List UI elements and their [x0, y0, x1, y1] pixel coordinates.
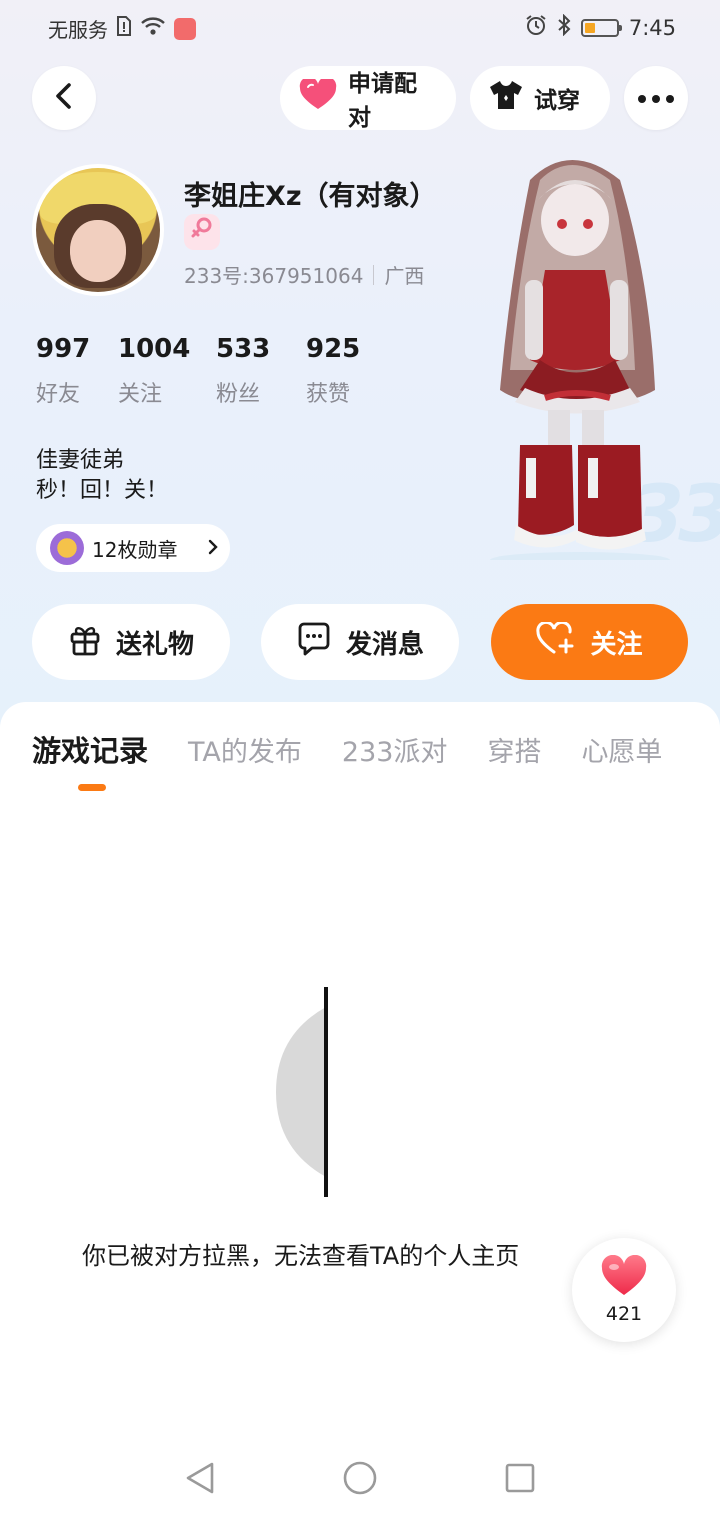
send-message-button[interactable]: 发消息: [261, 604, 459, 680]
stat-likes[interactable]: 925 获赞: [306, 334, 396, 408]
tab-wishlist[interactable]: 心愿单: [581, 730, 662, 769]
triangle-back-icon: [184, 1461, 216, 1499]
medals-label: 12枚勋章: [92, 537, 178, 562]
bio: 佳妻徒弟 秒！回！关！: [36, 446, 168, 506]
stats-row: 997 好友 1004 关注 533 粉丝 925 获赞: [36, 334, 396, 408]
uid-row: 233号:367951064 广西: [184, 260, 424, 289]
follow-label: 关注: [590, 629, 643, 660]
try-on-label: 试穿: [534, 88, 580, 114]
send-gift-button[interactable]: 送礼物: [32, 604, 230, 680]
bio-line: 佳妻徒弟: [36, 448, 125, 473]
bio-line: 秒！回！关！: [36, 478, 169, 503]
blocked-message: 你已被对方拉黑，无法查看TA的个人主页: [82, 1242, 520, 1270]
stat-value: 533: [216, 334, 271, 364]
more-dots-icon: [637, 89, 675, 108]
square-recents-icon: [504, 1462, 536, 1498]
female-icon: [191, 217, 213, 247]
stat-value: 1004: [118, 334, 191, 364]
stat-value: 925: [306, 334, 361, 364]
like-count: 421: [605, 1303, 643, 1325]
tab-posts[interactable]: TA的发布: [188, 730, 302, 769]
like-button[interactable]: 421: [572, 1238, 676, 1342]
nav-home-button[interactable]: [338, 1458, 382, 1502]
chat-icon: [296, 622, 332, 663]
stat-label: 粉丝: [216, 382, 261, 407]
try-on-button[interactable]: 试穿: [470, 66, 610, 130]
tab-party[interactable]: 233派对: [342, 730, 448, 769]
wifi-icon: [140, 16, 166, 41]
tshirt-icon: [488, 79, 524, 117]
send-message-label: 发消息: [345, 629, 424, 660]
carrier-label: 无服务: [48, 18, 108, 42]
chevron-right-icon: [208, 536, 218, 560]
username: 李姐庄Xz（有对象）: [184, 181, 437, 212]
send-gift-label: 送礼物: [115, 629, 194, 660]
pair-request-button[interactable]: 申请配对: [280, 66, 456, 131]
chevron-left-icon: [53, 83, 75, 113]
battery-icon: [580, 18, 622, 37]
medals-button[interactable]: 12枚勋章: [36, 524, 230, 572]
heart-icon: [600, 1254, 648, 1301]
heart-icon: [298, 76, 338, 117]
app-notification-icon: [174, 17, 196, 40]
tab-indicator: [78, 784, 106, 791]
location: 广西: [384, 264, 425, 288]
circle-home-icon: [342, 1460, 378, 1500]
gift-icon: [68, 622, 102, 663]
tab-game-records[interactable]: 游戏记录: [32, 728, 148, 770]
nav-recents-button[interactable]: [498, 1458, 542, 1502]
gender-badge: [184, 214, 220, 250]
pair-request-label: 申请配对: [348, 71, 417, 131]
status-bar: 无服务 7:45: [0, 0, 720, 56]
stat-label: 好友: [36, 382, 81, 407]
clock: 7:45: [628, 15, 676, 40]
divider: [373, 264, 375, 285]
profile-tabs: 游戏记录 TA的发布 233派对 穿搭 心愿单: [32, 728, 702, 770]
heart-plus-icon: [536, 620, 576, 663]
follow-button[interactable]: 关注: [491, 604, 688, 680]
tab-outfits[interactable]: 穿搭: [487, 730, 541, 769]
sim-icon: [116, 16, 132, 41]
stat-value: 997: [36, 334, 91, 364]
more-button[interactable]: [624, 66, 688, 130]
stat-friends[interactable]: 997 好友: [36, 334, 118, 408]
empty-state-illustration: [270, 985, 390, 1200]
nav-back-button[interactable]: [178, 1458, 222, 1502]
bluetooth-icon: [557, 13, 571, 41]
avatar-photo: [36, 168, 160, 292]
user-id: 233号:367951064: [184, 264, 364, 288]
stat-label: 获赞: [306, 382, 351, 407]
avatar[interactable]: [32, 164, 164, 296]
stat-label: 关注: [118, 382, 163, 407]
medal-icon: [50, 531, 84, 565]
alarm-icon: [525, 14, 547, 41]
stat-fans[interactable]: 533 粉丝: [216, 334, 306, 408]
back-button[interactable]: [32, 66, 96, 130]
stat-following[interactable]: 1004 关注: [118, 334, 216, 408]
avatar-character[interactable]: [470, 140, 670, 568]
system-navigation-bar: [0, 1440, 720, 1520]
